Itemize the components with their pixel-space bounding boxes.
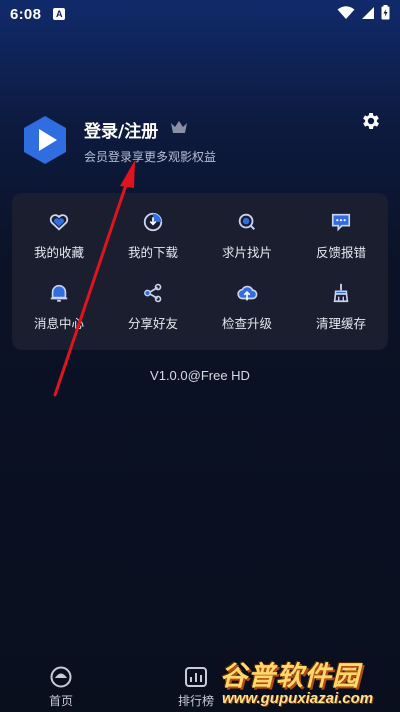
menu-grid: 我的收藏 我的下载 求片找片 反馈报错 消息中心 分享好友 检查升级 清理缓存 [12,193,388,350]
menu-label: 求片找片 [221,245,272,261]
signal-icon [362,6,374,19]
bell-icon [50,284,68,302]
watermark: 谷普软件园 www.gupuxiazai.com [220,654,400,712]
broom-icon [333,283,349,302]
member-subtitle: 会员登录享更多观影权益 [84,150,217,164]
nav-label: 首页 [48,694,73,708]
status-bar: 6:08 A [0,0,400,28]
crown-icon [171,121,187,133]
upgrade-icon [237,285,258,301]
notification-a-icon: A [53,8,66,20]
annotation-arrow [53,160,135,397]
menu-feedback[interactable]: 反馈报错 [294,201,388,272]
version-text: V1.0.0@Free HD [150,368,250,383]
menu-label: 检查升级 [221,315,272,331]
menu-upgrade[interactable]: 检查升级 [200,272,294,343]
share-icon [144,283,162,303]
login-register-link[interactable]: 登录/注册 [84,117,158,142]
nav-home[interactable]: 首页 [48,666,74,709]
menu-label: 分享好友 [127,315,178,331]
download-icon [143,213,163,232]
menu-request[interactable]: 求片找片 [200,201,294,272]
watermark-url: www.gupuxiazai.com [222,690,374,707]
watermark-text: 谷普软件园 [220,661,360,692]
nav-label: 排行榜 [178,694,215,708]
feedback-icon [331,214,351,232]
search-icon [238,214,256,231]
nav-ranking[interactable]: 排行榜 [178,666,214,709]
battery-icon [381,5,390,20]
status-icons [337,5,390,20]
play-hexagon-icon [24,116,66,164]
heart-icon [49,214,69,231]
menu-label: 反馈报错 [315,245,366,261]
gear-icon[interactable] [360,110,382,132]
home-icon [50,666,72,688]
menu-messages[interactable]: 消息中心 [12,272,106,343]
menu-label: 消息中心 [33,315,84,331]
rank-icon [185,667,207,687]
menu-favorites[interactable]: 我的收藏 [12,201,106,272]
menu-share[interactable]: 分享好友 [106,272,200,343]
profile-header[interactable]: 登录/注册 会员登录享更多观影权益 [22,115,382,175]
menu-label: 我的下载 [127,245,178,261]
status-time: 6:08 [10,5,42,23]
wifi-icon [337,5,355,19]
menu-label: 我的收藏 [33,245,84,261]
menu-downloads[interactable]: 我的下载 [106,201,200,272]
menu-label: 清理缓存 [315,315,366,331]
menu-clear-cache[interactable]: 清理缓存 [294,272,388,343]
